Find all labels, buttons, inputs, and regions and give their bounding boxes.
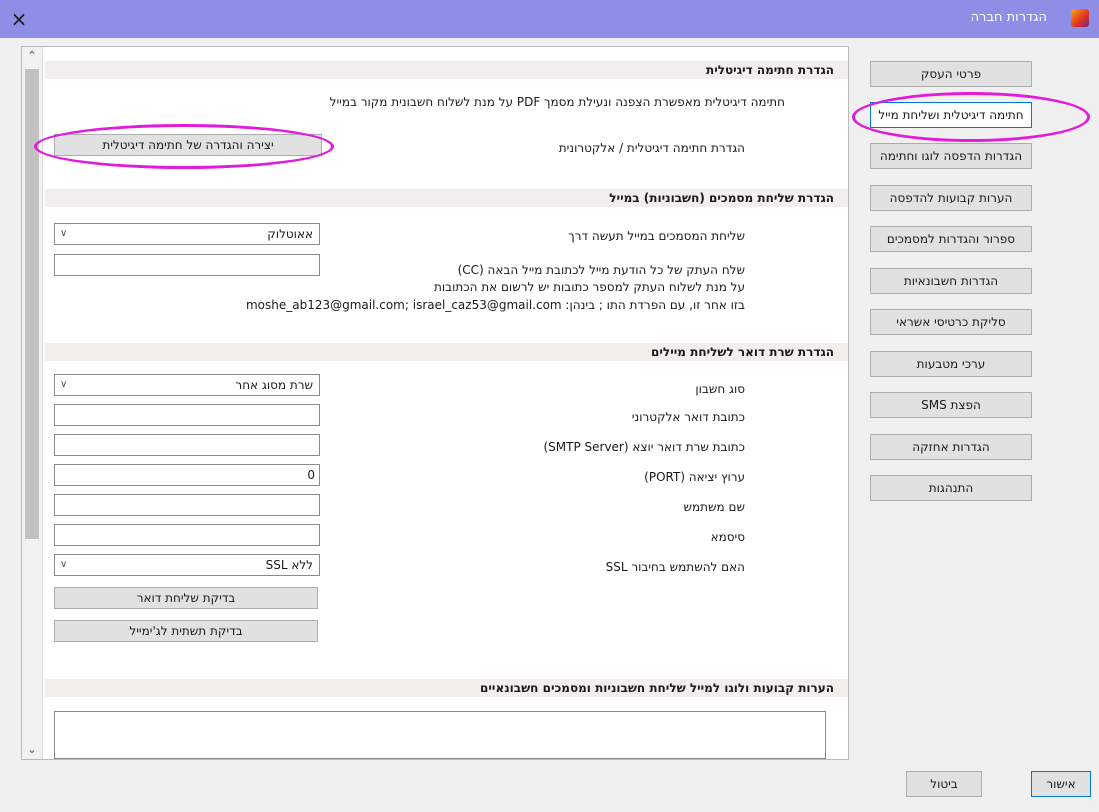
scroll-down-icon[interactable]: ⌄ [22, 741, 42, 759]
chevron-down-icon: ∨ [60, 228, 68, 239]
window-title: הגדרות חברה [970, 10, 1047, 25]
password-label: סיסמא [710, 530, 745, 544]
app-logo-icon [1071, 9, 1089, 27]
password-input[interactable] [54, 524, 320, 546]
port-label: ערוץ יציאה (PORT) [644, 470, 745, 484]
chevron-down-icon: ∨ [60, 559, 68, 570]
cc-email-input[interactable] [54, 254, 320, 276]
cc-instructions-line2: על מנת לשלוח העתק למספר כתובות יש לרשום … [434, 280, 745, 294]
section-header-digital-signature: הגדרת חתימה דיגיטלית [45, 61, 848, 79]
close-icon[interactable]: × [6, 6, 32, 32]
smtp-server-label: כתובת שרת דואר יוצא (SMTP Server) [543, 440, 745, 454]
nav-item-digital-signature-email[interactable]: חתימה דיגיטלית ושליחת מייל [870, 102, 1032, 128]
nav-item-currency-values[interactable]: ערכי מטבעות [870, 351, 1032, 377]
port-input[interactable]: 0 [54, 464, 320, 486]
nav-item-maintenance-settings[interactable]: הגדרות אחזקה [870, 434, 1032, 460]
smtp-server-input[interactable] [54, 434, 320, 456]
section-header-mail-server: הגדרת שרת דואר לשליחת מיילים [45, 343, 848, 361]
notes-textarea[interactable] [54, 711, 826, 759]
account-type-value: שרת מסוג אחר [235, 378, 313, 392]
send-via-label: שליחת המסמכים במייל תעשה דרך [568, 229, 745, 243]
section-header-notes: הערות קבועות ולוגו למייל שליחת חשבוניות … [45, 679, 848, 697]
nav-item-sms-distribution[interactable]: הפצת SMS [870, 392, 1032, 418]
send-via-value: אאוטלוק [267, 227, 313, 241]
username-input[interactable] [54, 494, 320, 516]
nav-item-accounting-settings[interactable]: הגדרות חשבונאיות [870, 268, 1032, 294]
ssl-label: האם להשתמש בחיבור SSL [605, 560, 745, 574]
scroll-up-icon[interactable]: ⌃ [22, 47, 42, 65]
settings-content-panel: ⌃ ⌄ הגדרת חתימה דיגיטלית חתימה דיגיטלית … [21, 46, 849, 760]
ssl-select[interactable]: ∨ ללא SSL [54, 554, 320, 576]
vertical-scrollbar[interactable]: ⌃ ⌄ [22, 47, 43, 759]
title-bar: × הגדרות חברה [0, 0, 1099, 38]
cancel-button[interactable]: ביטול [906, 771, 982, 797]
digital-signature-setup-label: הגדרת חתימה דיגיטלית / אלקטרונית [558, 141, 745, 155]
create-digital-signature-button[interactable]: יצירה והגדרה של חתימה דיגיטלית [54, 134, 322, 156]
nav-item-document-numbering[interactable]: ספרור והגדרות למסמכים [870, 226, 1032, 252]
email-address-input[interactable] [54, 404, 320, 426]
nav-item-behavior[interactable]: התנהגות [870, 475, 1032, 501]
nav-item-business-details[interactable]: פרטי העסק [870, 61, 1032, 87]
account-type-label: סוג חשבון [695, 382, 745, 396]
test-gmail-button[interactable]: בדיקת תשתית לג'ימייל [54, 620, 318, 642]
email-address-label: כתובת דואר אלקטרוני [631, 410, 745, 424]
nav-item-credit-card-clearing[interactable]: סליקת כרטיסי אשראי [870, 309, 1032, 335]
nav-item-fixed-print-notes[interactable]: הערות קבועות להדפסה [870, 185, 1032, 211]
test-mail-button[interactable]: בדיקת שליחת דואר [54, 587, 318, 609]
nav-item-print-logo-signature[interactable]: הגדרות הדפסה לוגו וחתימה [870, 143, 1032, 169]
section-header-email-sending: הגדרת שליחת מסמכים (חשבוניות) במייל [45, 189, 848, 207]
ok-button[interactable]: אישור [1031, 771, 1091, 797]
chevron-down-icon: ∨ [60, 379, 68, 390]
scrollbar-thumb[interactable] [25, 69, 39, 539]
ssl-value: ללא SSL [265, 558, 313, 572]
digital-signature-description: חתימה דיגיטלית מאפשרת הצפנה ונעילת מסמך … [329, 95, 785, 109]
username-label: שם משתמש [683, 500, 745, 514]
send-via-select[interactable]: ∨ אאוטלוק [54, 223, 320, 245]
cc-instructions-line1: שלח העתק של כל הודעת מייל לכתובת מייל הב… [457, 263, 745, 277]
cc-instructions-line3: בזו אחר זו, עם הפרדת התו ; בינהן: moshe_… [245, 298, 745, 312]
account-type-select[interactable]: ∨ שרת מסוג אחר [54, 374, 320, 396]
